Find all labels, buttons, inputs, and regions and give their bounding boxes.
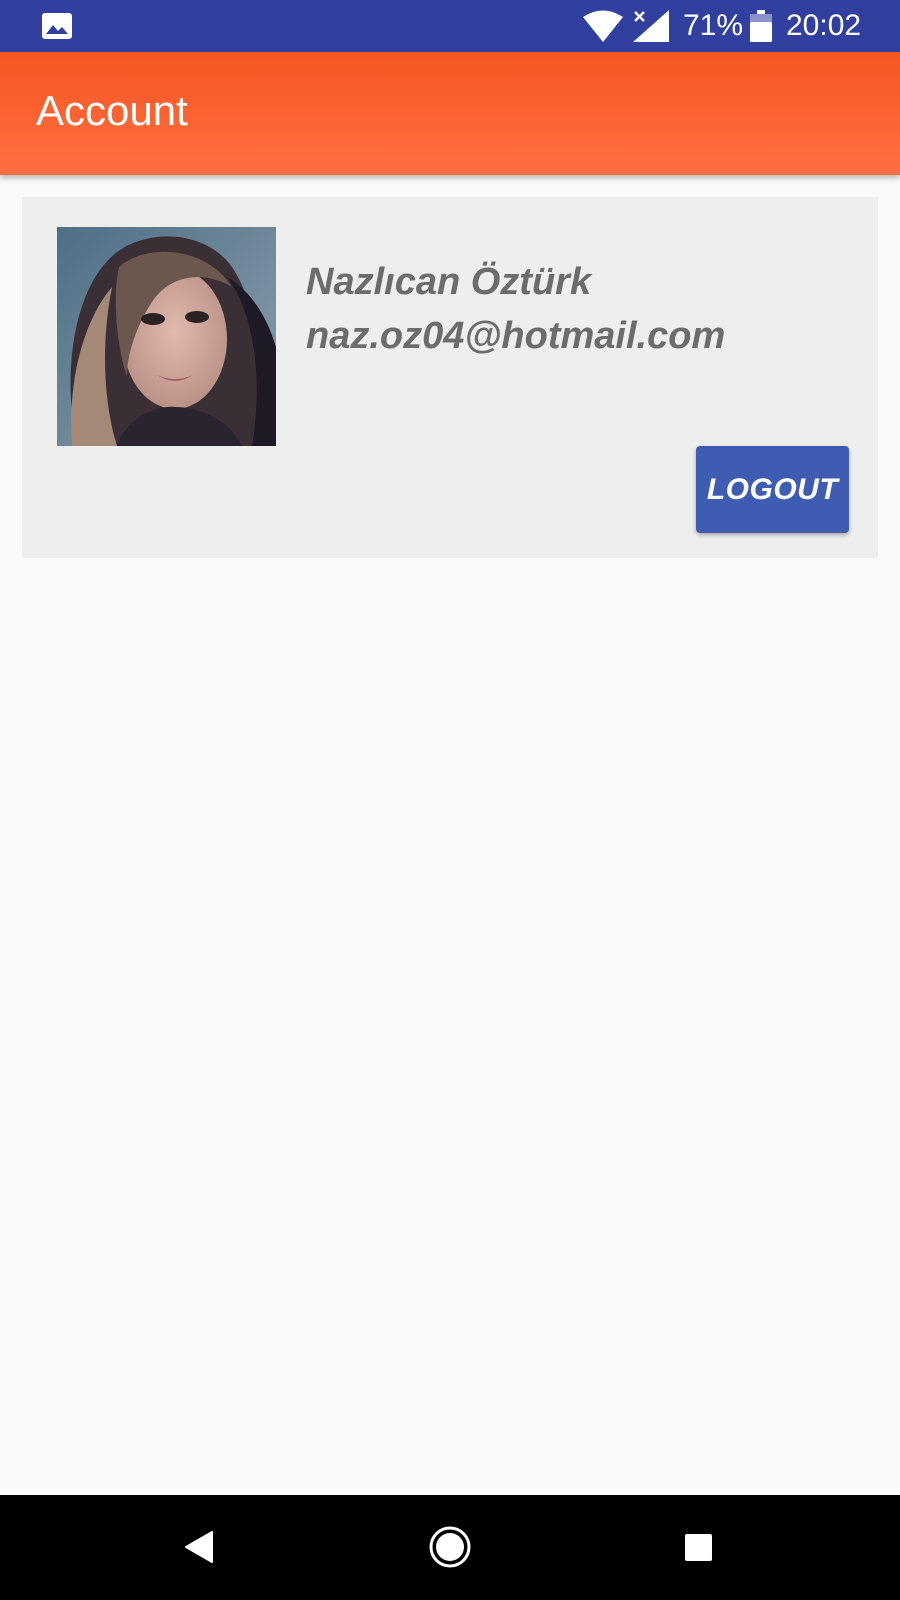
battery-icon [750, 10, 772, 42]
user-name: Nazlıcan Öztürk [306, 261, 592, 303]
user-email: naz.oz04@hotmail.com [306, 315, 726, 357]
gallery-icon [42, 13, 72, 39]
signal-icon [633, 10, 669, 42]
navigation-bar [0, 1495, 900, 1600]
account-card: Nazlıcan Öztürk naz.oz04@hotmail.com LOG… [22, 197, 878, 558]
wifi-icon [583, 10, 623, 42]
app-bar: Account [0, 52, 900, 175]
home-icon[interactable] [428, 1525, 472, 1569]
status-bar: 71% 20:02 [0, 0, 900, 52]
battery-percentage: 71% [683, 9, 744, 42]
back-icon[interactable] [184, 1524, 214, 1570]
status-time: 20:02 [786, 9, 862, 42]
avatar [57, 227, 276, 446]
recents-icon[interactable] [685, 1534, 712, 1561]
page-title: Account [36, 87, 188, 134]
logout-button[interactable]: LOGOUT [696, 446, 849, 533]
